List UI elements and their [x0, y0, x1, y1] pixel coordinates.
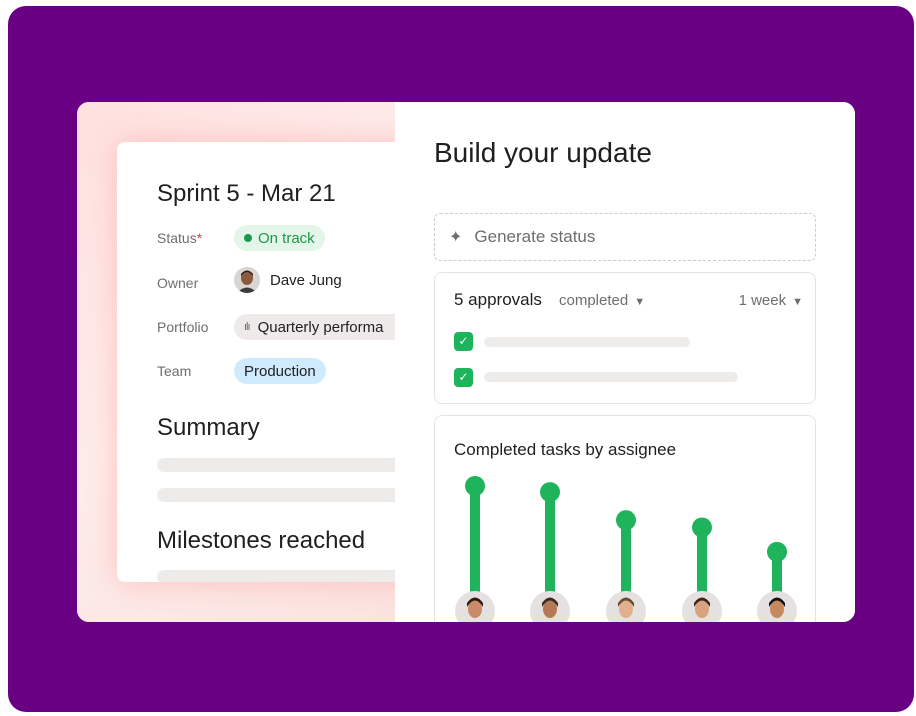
required-marker: *: [196, 230, 203, 246]
summary-heading: Summary: [157, 414, 260, 441]
milestones-heading: Milestones reached: [157, 527, 366, 554]
team-label: Team: [157, 363, 192, 379]
completed-tasks-chart: [455, 476, 797, 622]
chevron-down-icon: ▼: [634, 296, 646, 308]
portfolio-label: Portfolio: [157, 319, 209, 335]
right-pane: Build your update ✦ Generate status 5 ap…: [395, 102, 855, 622]
chart-bar-marker: [540, 482, 560, 503]
project-card: Sprint 5 - Mar 21 Status* On track Owner: [117, 142, 395, 582]
assignee-avatar: [455, 591, 495, 622]
dot-icon: [244, 234, 252, 242]
approvals-card: 5 approvals completed ▼ 1 week ▼ ✓ ✓: [434, 272, 816, 404]
chart-bar-marker: [767, 541, 787, 562]
summary-placeholder-line: [157, 458, 395, 472]
approvals-filter-dropdown[interactable]: completed ▼: [559, 292, 645, 309]
chart-bar-marker: [465, 476, 485, 496]
bar-chart-icon: ılı: [244, 321, 250, 333]
owner-label: Owner: [157, 275, 199, 291]
assignee-avatar: [606, 591, 646, 622]
background-frame: Sprint 5 - Mar 21 Status* On track Owner: [8, 6, 914, 712]
period-dropdown[interactable]: 1 week ▼: [739, 292, 803, 309]
status-badge[interactable]: On track: [234, 225, 325, 251]
generate-status-button[interactable]: ✦ Generate status: [434, 213, 816, 261]
approval-placeholder-line: [484, 337, 690, 347]
approval-checkbox[interactable]: ✓: [454, 368, 473, 387]
status-label: Status*: [157, 230, 203, 246]
assignee-avatar: [530, 591, 570, 622]
portfolio-chip[interactable]: ılı Quarterly performa: [234, 314, 395, 340]
assignee-avatar: [757, 591, 797, 622]
project-title: Sprint 5 - Mar 21: [157, 180, 336, 207]
chart-bar-marker: [616, 510, 636, 531]
check-icon: ✓: [458, 370, 469, 384]
completed-tasks-chart-card: Completed tasks by assignee: [434, 415, 816, 622]
team-chip[interactable]: Production: [234, 358, 326, 384]
update-title: Build your update: [434, 137, 652, 168]
check-icon: ✓: [458, 334, 469, 348]
left-pane: Sprint 5 - Mar 21 Status* On track Owner: [77, 102, 395, 622]
approvals-count: 5 approvals: [454, 290, 542, 309]
approval-checkbox[interactable]: ✓: [454, 332, 473, 351]
screenshot-card: Sprint 5 - Mar 21 Status* On track Owner: [77, 102, 855, 622]
approval-placeholder-line: [484, 372, 738, 382]
chart-bar-marker: [692, 517, 712, 538]
owner-avatar: [234, 267, 260, 293]
owner-name: Dave Jung: [270, 271, 342, 289]
summary-placeholder-line: [157, 488, 395, 502]
owner-field[interactable]: Dave Jung: [234, 267, 342, 293]
sparkle-icon: ✦: [449, 229, 463, 246]
milestones-placeholder-line: [157, 570, 395, 582]
chevron-down-icon: ▼: [792, 296, 803, 308]
assignee-avatar: [682, 591, 722, 622]
